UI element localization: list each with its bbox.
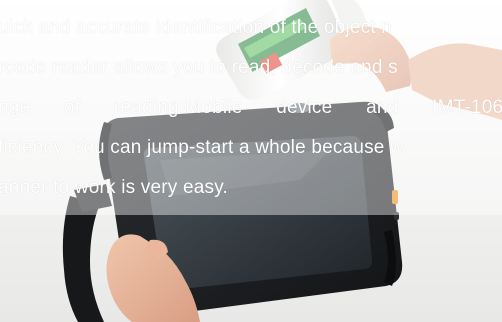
article-line: anner to work is very easy. <box>0 177 228 198</box>
article-line: nge of reading-Mobile device and IMT-106… <box>0 97 502 118</box>
article-line: uick and accurate identification of the … <box>0 17 393 38</box>
content-scene: uick and accurate identification of the … <box>0 0 502 322</box>
article-line: ficiency. You can jump-start a whole bec… <box>0 137 404 158</box>
article-line: rcode reader allows you to read, decode … <box>0 57 398 78</box>
article-text: uick and accurate identification of the … <box>0 8 502 208</box>
